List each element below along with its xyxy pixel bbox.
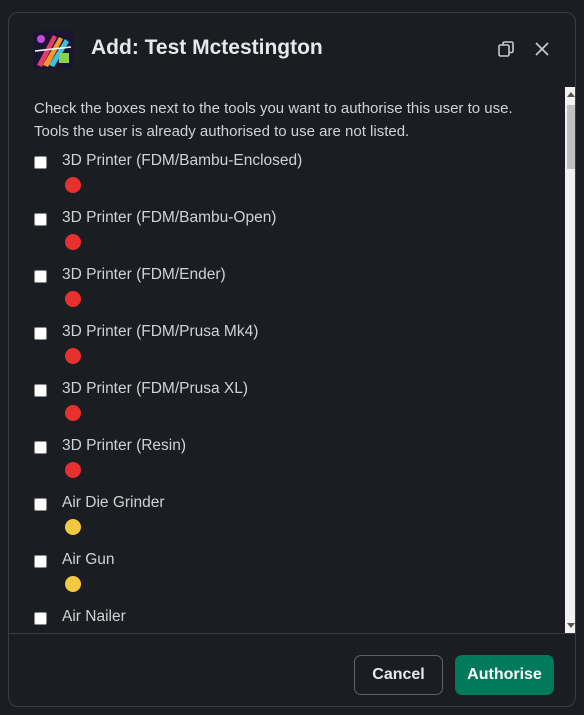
status-dot-icon xyxy=(65,519,81,535)
tool-name[interactable]: 3D Printer (FDM/Prusa XL) xyxy=(62,380,248,398)
popout-window-button[interactable] xyxy=(494,37,518,61)
tool-item: 3D Printer (Resin) xyxy=(9,437,565,494)
tool-name[interactable]: Air Nailer xyxy=(62,608,126,626)
status-dot-icon xyxy=(65,405,81,421)
tool-checkbox[interactable] xyxy=(34,270,47,283)
scroll-thumb[interactable] xyxy=(567,105,575,169)
tool-checkbox[interactable] xyxy=(34,555,47,568)
tool-checkbox[interactable] xyxy=(34,498,47,511)
status-dot-icon xyxy=(65,177,81,193)
dialog-body[interactable]: Check the boxes next to the tools you wa… xyxy=(9,87,565,633)
tool-checkbox[interactable] xyxy=(34,384,47,397)
close-button[interactable] xyxy=(530,37,554,61)
popout-window-icon xyxy=(498,41,514,57)
tool-name[interactable]: 3D Printer (FDM/Ender) xyxy=(62,266,226,284)
tool-item: 3D Printer (FDM/Bambu-Open) xyxy=(9,209,565,266)
tool-checkbox[interactable] xyxy=(34,327,47,340)
dialog-footer: Cancel Authorise xyxy=(9,633,575,706)
tool-checkbox[interactable] xyxy=(34,441,47,454)
tool-checkbox[interactable] xyxy=(34,612,47,625)
status-dot-icon xyxy=(65,291,81,307)
tool-checkbox-list: 3D Printer (FDM/Bambu-Enclosed) 3D Printe… xyxy=(9,152,565,633)
cancel-button[interactable]: Cancel xyxy=(354,655,443,695)
authorise-button[interactable]: Authorise xyxy=(455,655,554,695)
tool-item: Air Die Grinder xyxy=(9,494,565,551)
close-icon xyxy=(535,42,549,56)
status-dot-icon xyxy=(65,234,81,250)
tool-item: Air Nailer xyxy=(9,608,565,633)
status-dot-icon xyxy=(65,462,81,478)
tool-item: 3D Printer (FDM/Prusa XL) xyxy=(9,380,565,437)
tool-name[interactable]: Air Die Grinder xyxy=(62,494,165,512)
dialog-title: Add: Test Mctestington xyxy=(91,36,323,59)
app-logo-icon xyxy=(33,31,73,69)
tool-name[interactable]: 3D Printer (Resin) xyxy=(62,437,186,455)
tool-item: 3D Printer (FDM/Prusa Mk4) xyxy=(9,323,565,380)
tool-item: 3D Printer (FDM/Bambu-Enclosed) xyxy=(9,152,565,209)
tool-name[interactable]: 3D Printer (FDM/Prusa Mk4) xyxy=(62,323,258,341)
status-dot-icon xyxy=(65,576,81,592)
tool-name[interactable]: 3D Printer (FDM/Bambu-Enclosed) xyxy=(62,152,302,170)
tool-name[interactable]: Air Gun xyxy=(62,551,115,569)
tool-name[interactable]: 3D Printer (FDM/Bambu-Open) xyxy=(62,209,276,227)
scrollbar[interactable] xyxy=(565,87,575,633)
scroll-track[interactable] xyxy=(565,101,575,619)
tool-checkbox[interactable] xyxy=(34,213,47,226)
tool-item: Air Gun xyxy=(9,551,565,608)
instructions-text: Check the boxes next to the tools you wa… xyxy=(34,100,513,140)
tool-checkbox[interactable] xyxy=(34,156,47,169)
dialog-header: Add: Test Mctestington xyxy=(9,13,575,87)
scroll-down-arrow-icon[interactable] xyxy=(565,619,575,633)
scroll-up-arrow-icon[interactable] xyxy=(565,87,575,101)
status-dot-icon xyxy=(65,348,81,364)
authorise-tools-dialog: Add: Test Mctestington Check the boxes n… xyxy=(8,12,576,707)
tool-item: 3D Printer (FDM/Ender) xyxy=(9,266,565,323)
